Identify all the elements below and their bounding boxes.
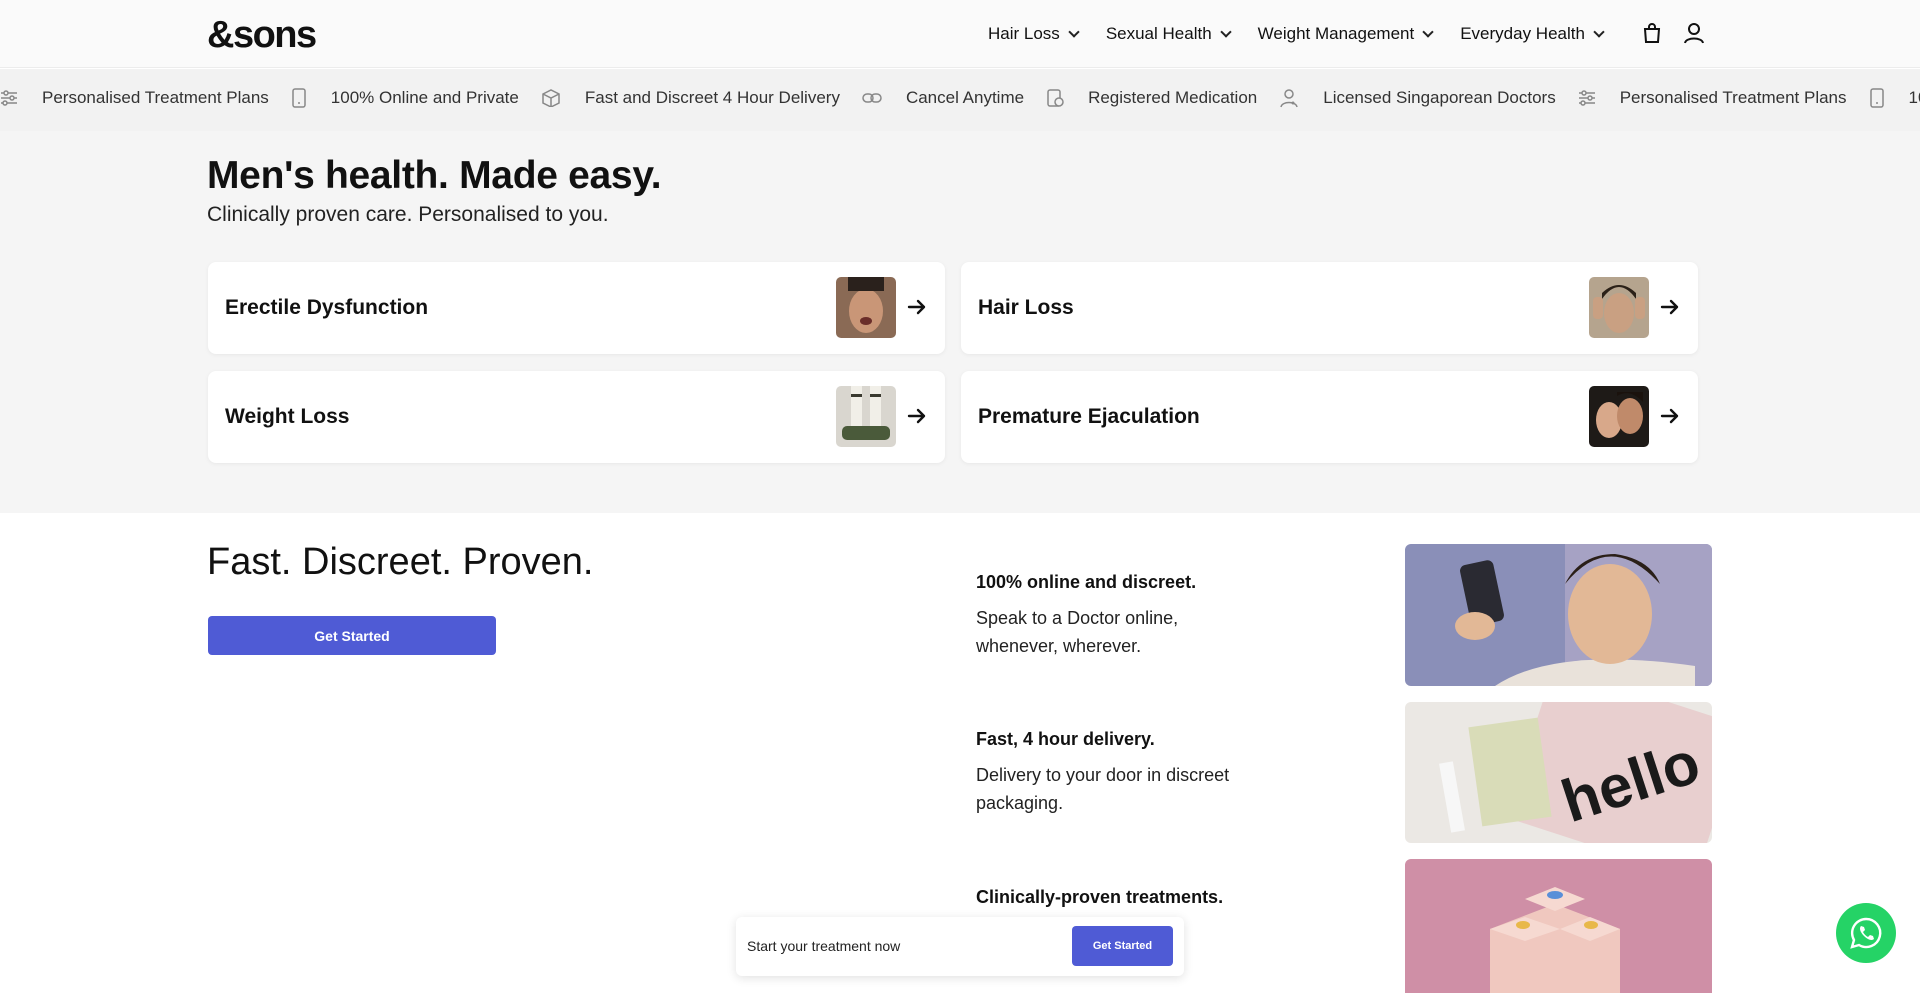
category-thumbnail xyxy=(836,386,896,447)
category-card-label: Hair Loss xyxy=(978,296,1074,319)
ticker-track: Personalised Treatment Plans 100% Online … xyxy=(0,88,1920,108)
category-card-weight-loss[interactable]: Weight Loss xyxy=(208,371,945,463)
box-icon xyxy=(541,89,573,107)
category-card-label: Erectile Dysfunction xyxy=(225,296,429,319)
benefits-ticker: Personalised Treatment Plans 100% Online … xyxy=(0,69,1920,131)
arrow-right-icon xyxy=(1660,299,1679,315)
ticker-item: Registered Medication xyxy=(1046,88,1257,108)
feature-title: Fast, 4 hour delivery. xyxy=(976,729,1155,749)
sticky-cta-text: Start your treatment now xyxy=(747,938,901,954)
phone-icon xyxy=(291,88,319,108)
ticker-item: Licensed Singaporean Doctors xyxy=(1279,88,1556,108)
category-thumbnail xyxy=(1589,277,1649,338)
feature-description: Delivery to your door in discreet packag… xyxy=(976,765,1230,813)
ticker-item-label: Licensed Singaporean Doctors xyxy=(1323,88,1556,107)
bag-icon[interactable] xyxy=(1641,22,1663,44)
ticker-item: 100% Online and Private xyxy=(291,88,519,108)
link-icon xyxy=(862,89,894,107)
ticker-item-label: 100% Online and Private xyxy=(330,88,519,107)
hero-subtitle: Clinically proven care. Personalised to … xyxy=(207,203,609,226)
phone-icon xyxy=(1869,88,1897,108)
hero-section: Men's health. Made easy. Clinically prov… xyxy=(0,131,1920,513)
ticker-item: Personalised Treatment Plans xyxy=(1578,88,1847,108)
medication-icon xyxy=(1046,88,1076,108)
category-card-hair-loss[interactable]: Hair Loss xyxy=(961,262,1698,354)
feature-image-pills xyxy=(1405,859,1712,993)
nav-item-hair-loss[interactable]: Hair Loss xyxy=(988,24,1080,44)
category-card-label: Premature Ejaculation xyxy=(978,405,1200,428)
sticky-get-started-button[interactable]: Get Started xyxy=(1072,926,1173,966)
arrow-right-icon xyxy=(907,299,926,315)
arrow-right-icon xyxy=(907,408,926,424)
feature-title: 100% online and discreet. xyxy=(976,572,1197,592)
nav-item-everyday-health[interactable]: Everyday Health xyxy=(1460,24,1605,44)
nav-item-label: Everyday Health xyxy=(1460,24,1585,43)
category-card-premature-ejaculation[interactable]: Premature Ejaculation xyxy=(961,371,1698,463)
category-card-label: Weight Loss xyxy=(225,405,350,428)
hero-title: Men's health. Made easy. xyxy=(207,154,662,197)
ticker-item-label: Personalised Treatment Plans xyxy=(1619,88,1847,107)
feature-image-phone xyxy=(1405,544,1712,686)
nav-item-sexual-health[interactable]: Sexual Health xyxy=(1105,24,1232,44)
category-thumbnail xyxy=(836,277,896,338)
get-started-button[interactable]: Get Started xyxy=(208,616,496,655)
feature-image-packaging: hello xyxy=(1405,702,1712,843)
ticker-item: Personalised Treatment Plans xyxy=(0,88,269,108)
user-icon[interactable] xyxy=(1683,22,1705,44)
chevron-down-icon xyxy=(1422,26,1434,38)
nav-item-weight-management[interactable]: Weight Management xyxy=(1257,24,1434,44)
ticker-item-label: 100% Online and Pr xyxy=(1908,88,1920,107)
ticker-item: Fast and Discreet 4 Hour Delivery xyxy=(541,88,840,108)
whatsapp-chat-button[interactable] xyxy=(1836,903,1896,963)
doctor-icon xyxy=(1279,88,1311,108)
chevron-down-icon xyxy=(1593,26,1605,38)
ticker-item-label: Personalised Treatment Plans xyxy=(42,88,269,107)
section-title: Fast. Discreet. Proven. xyxy=(207,541,594,583)
feature-description: Speak to a Doctor online, whenever, wher… xyxy=(976,608,1179,656)
nav-item-label: Sexual Health xyxy=(1105,24,1212,43)
sticky-cta-bar: Start your treatment now Get Started xyxy=(736,917,1184,976)
sliders-icon xyxy=(0,89,30,107)
ticker-item-label: Fast and Discreet 4 Hour Delivery xyxy=(584,88,840,107)
brand-logo[interactable]: &sons xyxy=(207,14,317,57)
ticker-item-label: Registered Medication xyxy=(1088,88,1258,107)
ticker-item: 100% Online and Pr xyxy=(1869,88,1920,108)
nav-item-label: Weight Management xyxy=(1257,24,1415,43)
ticker-item: Cancel Anytime xyxy=(862,88,1024,108)
chevron-down-icon xyxy=(1068,26,1080,38)
site-header: &sons Hair Loss Sexual Health Weight Man… xyxy=(0,0,1920,68)
whatsapp-icon xyxy=(1850,917,1882,949)
main-nav: Hair Loss Sexual Health Weight Managemen… xyxy=(988,24,1631,44)
chevron-down-icon xyxy=(1219,26,1232,38)
category-thumbnail xyxy=(1589,386,1649,447)
feature-title: Clinically-proven treatments. xyxy=(976,887,1224,907)
arrow-right-icon xyxy=(1660,408,1679,424)
ticker-item-label: Cancel Anytime xyxy=(905,88,1025,107)
nav-item-label: Hair Loss xyxy=(988,24,1060,43)
category-card-erectile-dysfunction[interactable]: Erectile Dysfunction xyxy=(208,262,945,354)
sliders-icon xyxy=(1578,89,1608,107)
